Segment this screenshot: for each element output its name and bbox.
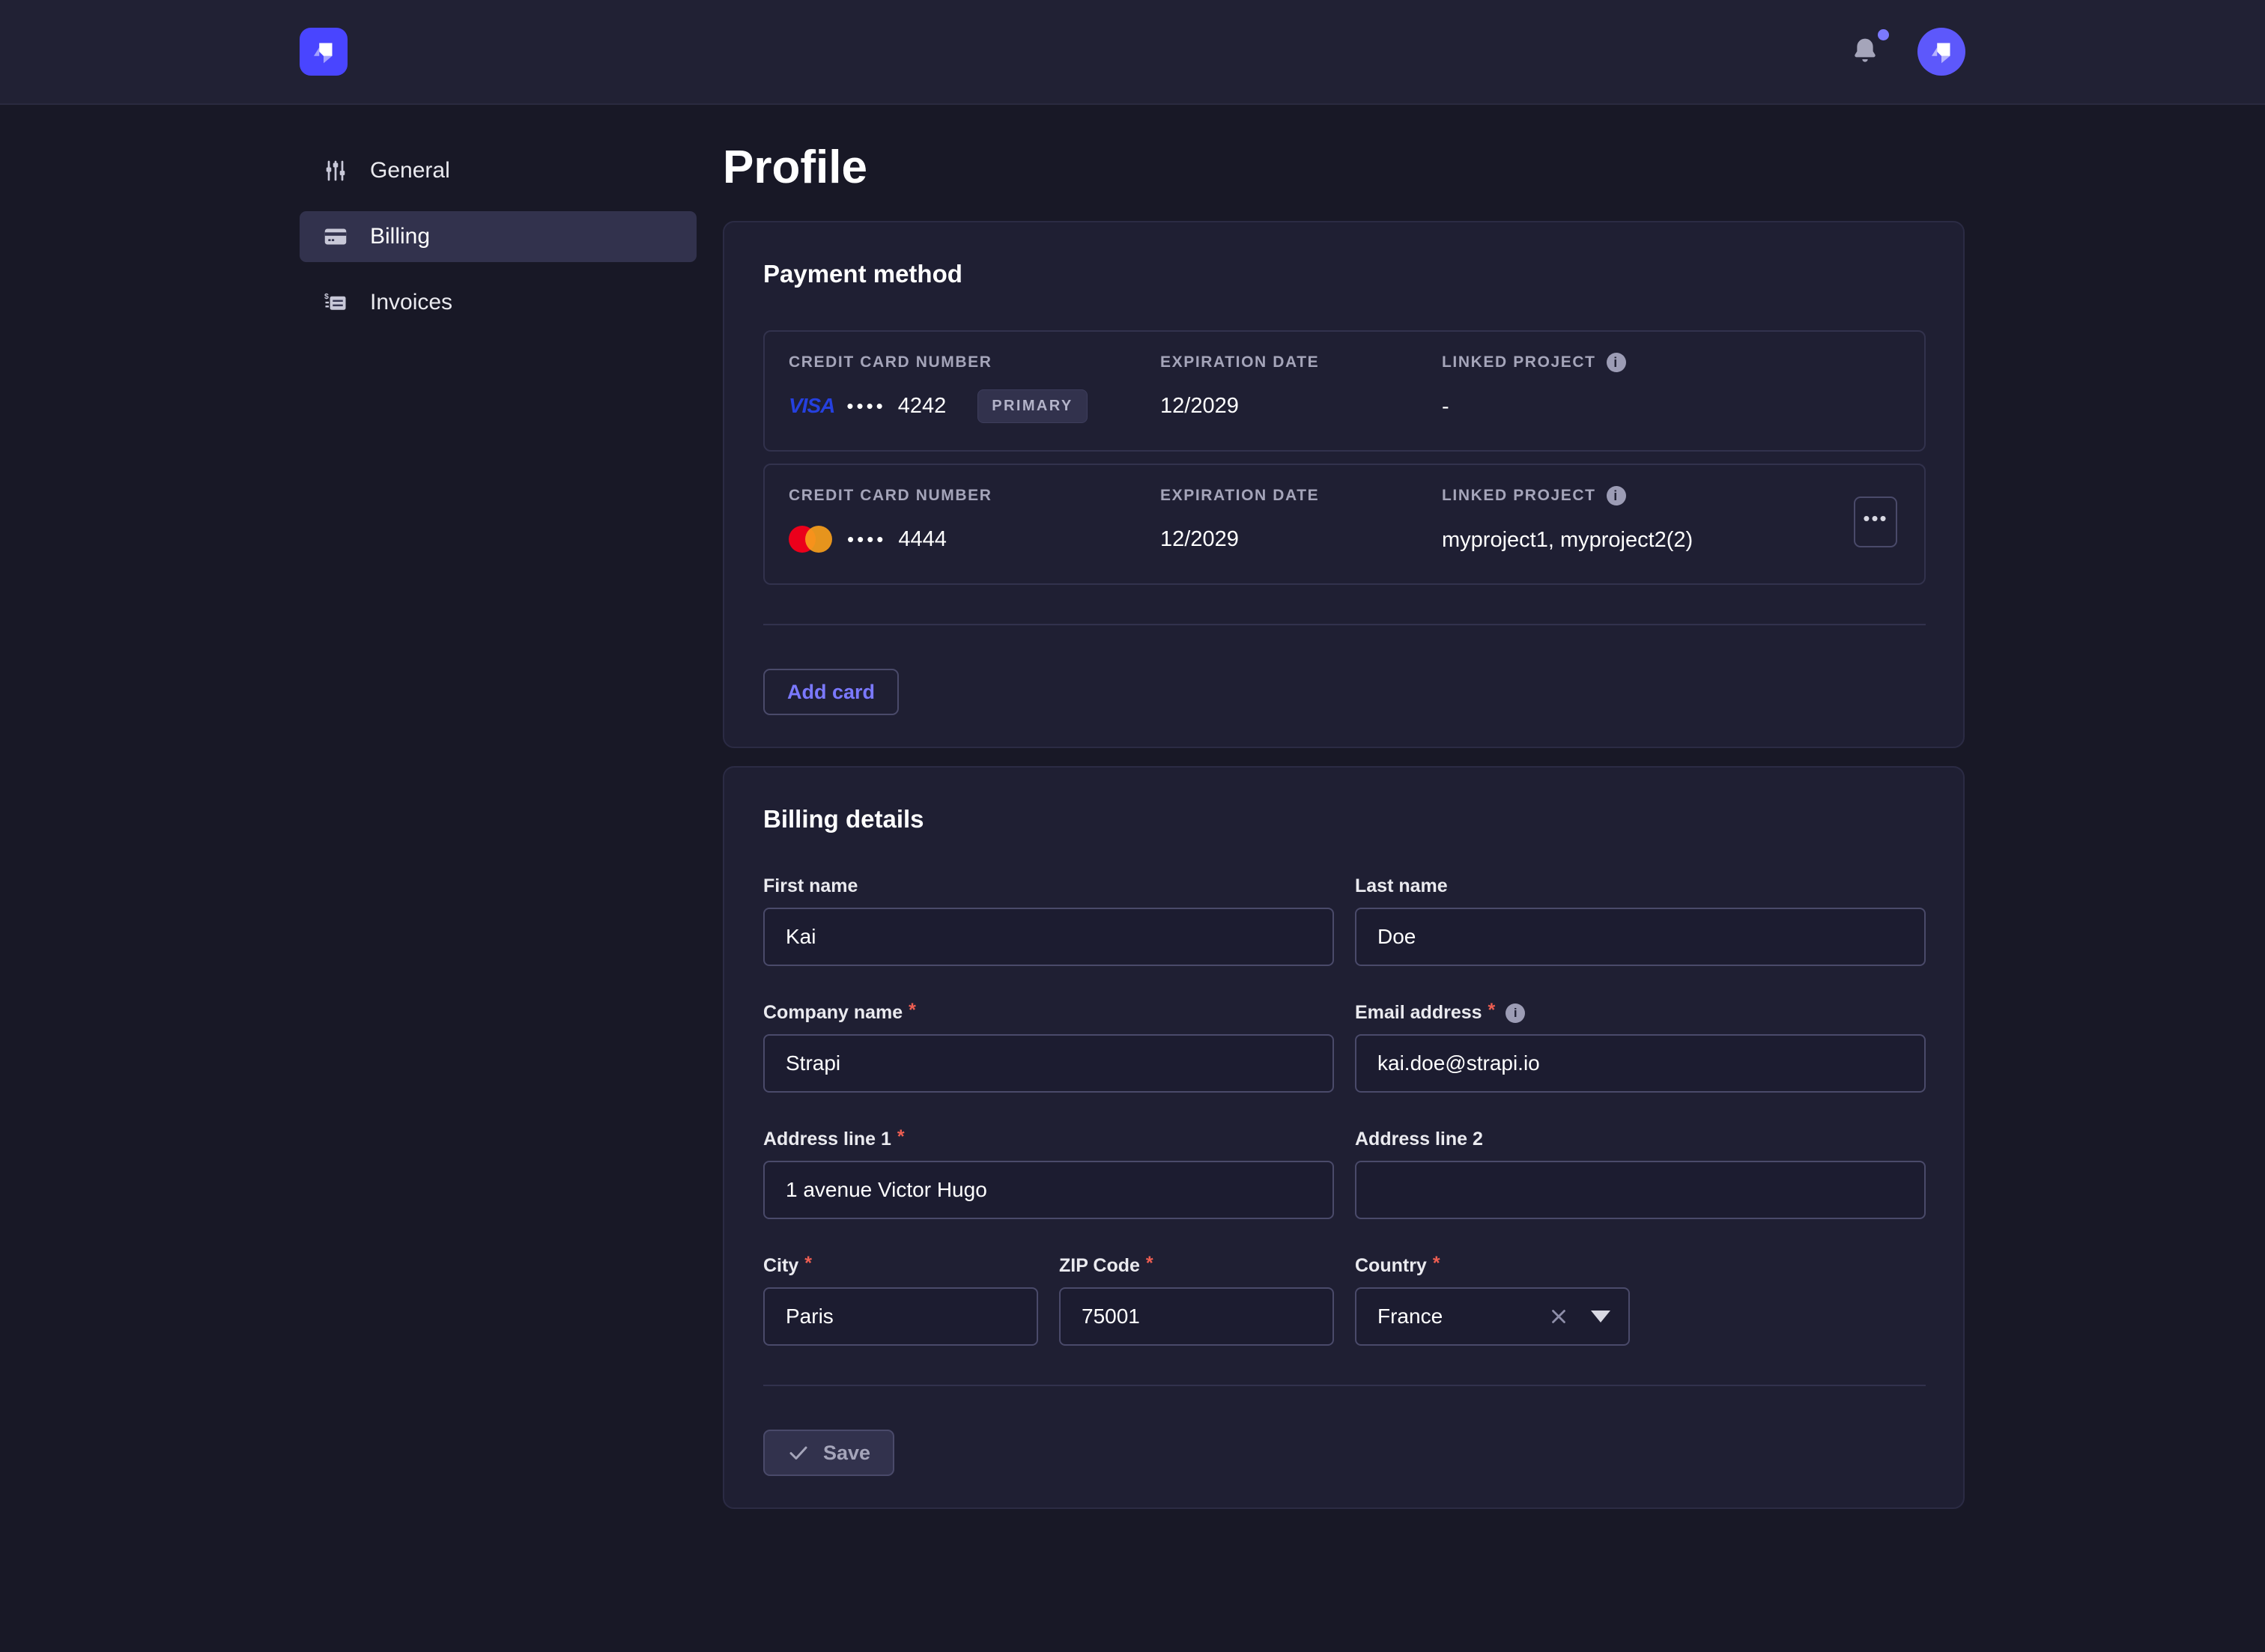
add-card-button[interactable]: Add card [763, 669, 899, 715]
sidebar-item-label: Billing [370, 224, 430, 249]
settings-sidebar: General Billing $ Invoices [300, 145, 697, 328]
required-asterisk: * [1433, 1260, 1440, 1267]
mastercard-icon [789, 524, 835, 554]
country-value: France [1377, 1305, 1547, 1328]
address2-input[interactable] [1355, 1161, 1926, 1219]
last-name-input[interactable] [1355, 908, 1926, 966]
topbar [0, 0, 2265, 105]
sidebar-item-label: Invoices [370, 290, 452, 315]
first-name-input[interactable] [763, 908, 1334, 966]
main-content: Profile Payment method CREDIT CARD NUMBE… [723, 105, 1965, 1527]
credit-card-row-visa: CREDIT CARD NUMBER VISA •••• 4242 PRIMAR… [763, 330, 1926, 452]
page-title: Profile [723, 141, 1965, 194]
bell-icon [1849, 34, 1882, 70]
add-card-label: Add card [787, 681, 875, 704]
country-label: Country [1355, 1255, 1427, 1277]
payment-method-title: Payment method [763, 260, 1926, 288]
sidebar-item-billing[interactable]: Billing [300, 211, 697, 262]
clear-icon[interactable] [1547, 1305, 1570, 1328]
visa-logo: VISA [789, 394, 834, 418]
company-name-input[interactable] [763, 1034, 1334, 1093]
required-asterisk: * [804, 1260, 812, 1267]
payment-method-card: Payment method CREDIT CARD NUMBER VISA •… [723, 221, 1965, 748]
zip-label: ZIP Code [1059, 1255, 1140, 1277]
credit-card-number-label: CREDIT CARD NUMBER [789, 353, 1160, 371]
credit-card-number-label: CREDIT CARD NUMBER [789, 487, 1160, 505]
payment-divider [763, 624, 1926, 625]
field-zip-code: ZIP Code * [1059, 1255, 1334, 1346]
billing-details-title: Billing details [763, 805, 1926, 833]
field-first-name: First name [763, 875, 1334, 966]
required-asterisk: * [1146, 1260, 1153, 1267]
field-address-line-2: Address line 2 [1355, 1129, 1926, 1219]
save-button[interactable]: Save [763, 1430, 894, 1476]
billing-details-card: Billing details First name Last name Com… [723, 766, 1965, 1509]
field-country: Country * France [1355, 1255, 1630, 1346]
field-last-name: Last name [1355, 875, 1926, 966]
notification-dot [1878, 29, 1889, 40]
card-last4: 4444 [898, 527, 947, 552]
field-company-name: Company name * [763, 1002, 1334, 1093]
info-icon[interactable]: i [1506, 1003, 1525, 1023]
strapi-logo[interactable] [300, 28, 348, 76]
masked-digits: •••• [846, 395, 885, 418]
country-select[interactable]: France [1355, 1287, 1630, 1346]
city-label: City [763, 1255, 798, 1277]
linked-project-label: LINKED PROJECT [1442, 353, 1596, 371]
email-label: Email address [1355, 1002, 1482, 1024]
check-icon [787, 1442, 810, 1464]
invoice-icon: $ [322, 289, 349, 316]
linked-project-value: myproject1, myproject2(2) [1442, 522, 1854, 558]
expiration-date-label: EXPIRATION DATE [1160, 487, 1442, 505]
credit-card-row-mastercard: CREDIT CARD NUMBER •••• 4444 EXPIRATION … [763, 464, 1926, 585]
address1-label: Address line 1 [763, 1129, 891, 1150]
linked-project-value: - [1442, 389, 1897, 425]
zip-input[interactable] [1059, 1287, 1334, 1346]
sidebar-item-label: General [370, 158, 450, 183]
svg-text:$: $ [324, 292, 329, 301]
card-actions-menu-button[interactable]: ••• [1854, 496, 1897, 547]
address1-input[interactable] [763, 1161, 1334, 1219]
chevron-down-icon[interactable] [1591, 1311, 1610, 1322]
expiration-date-label: EXPIRATION DATE [1160, 353, 1442, 371]
ellipsis-icon: ••• [1863, 508, 1888, 528]
sliders-icon [322, 157, 349, 184]
user-avatar[interactable] [1917, 28, 1965, 76]
email-input[interactable] [1355, 1034, 1926, 1093]
field-address-line-1: Address line 1 * [763, 1129, 1334, 1219]
card-last4: 4242 [898, 394, 947, 419]
address2-label: Address line 2 [1355, 1129, 1483, 1150]
sidebar-item-invoices[interactable]: $ Invoices [300, 277, 697, 328]
primary-badge: PRIMARY [977, 389, 1087, 423]
city-input[interactable] [763, 1287, 1038, 1346]
required-asterisk: * [1488, 1006, 1496, 1014]
expiration-date-value: 12/2029 [1160, 521, 1442, 557]
field-city: City * [763, 1255, 1038, 1346]
info-icon[interactable]: i [1607, 353, 1626, 372]
strapi-logo-icon [306, 34, 341, 69]
last-name-label: Last name [1355, 875, 1448, 897]
first-name-label: First name [763, 875, 858, 897]
save-label: Save [823, 1442, 870, 1465]
notifications-button[interactable] [1849, 34, 1882, 70]
required-asterisk: * [909, 1006, 916, 1014]
billing-divider [763, 1385, 1926, 1386]
info-icon[interactable]: i [1607, 486, 1626, 505]
required-asterisk: * [897, 1133, 905, 1141]
credit-card-icon [322, 223, 349, 250]
linked-project-label: LINKED PROJECT [1442, 487, 1596, 505]
masked-digits: •••• [847, 528, 886, 551]
avatar-strapi-icon [1924, 34, 1959, 69]
billing-form: First name Last name Company name * Email… [763, 875, 1926, 1346]
sidebar-item-general[interactable]: General [300, 145, 697, 196]
field-email-address: Email address * i [1355, 1002, 1926, 1093]
expiration-date-value: 12/2029 [1160, 388, 1442, 424]
company-name-label: Company name [763, 1002, 903, 1024]
